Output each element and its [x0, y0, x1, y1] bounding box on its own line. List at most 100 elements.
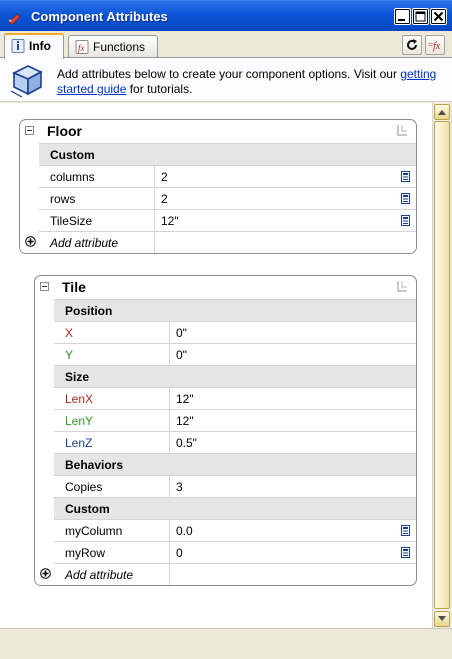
window-title: Component Attributes — [31, 9, 168, 24]
tab-functions[interactable]: fx Functions — [68, 35, 158, 58]
add-attribute-row[interactable]: Add attribute — [54, 563, 416, 585]
attribute-key: LenZ — [54, 432, 170, 453]
maximize-button[interactable] — [412, 8, 429, 25]
attribute-key: Copies — [54, 476, 170, 497]
group-header: Behaviors — [54, 453, 416, 475]
component-name: Tile — [62, 279, 86, 295]
maximize-icon — [415, 11, 426, 22]
attribute-key: Add attribute — [54, 564, 170, 585]
attribute-name: LenZ — [65, 436, 93, 450]
add-attribute-row[interactable]: Add attribute — [39, 231, 416, 253]
scroll-down-button[interactable] — [434, 611, 450, 627]
component-header[interactable]: Tile — [35, 276, 416, 297]
banner-text-after: for tutorials. — [126, 82, 193, 96]
panel-gutter — [35, 297, 54, 585]
attribute-value[interactable]: 3 — [176, 480, 183, 494]
attribute-key: myColumn — [54, 520, 170, 541]
attribute-name: myRow — [65, 546, 106, 560]
attribute-row-y[interactable]: Y 0" — [54, 343, 416, 365]
attribute-row-mycolumn[interactable]: myColumn 0.0 — [54, 519, 416, 541]
attribute-name: columns — [50, 170, 95, 184]
group-label: Size — [65, 370, 90, 384]
attribute-name: TileSize — [50, 214, 93, 228]
calculator-icon[interactable] — [401, 547, 410, 558]
calculator-icon[interactable] — [401, 215, 410, 226]
attribute-value[interactable]: 0" — [176, 326, 187, 340]
add-attribute-icon[interactable] — [40, 568, 51, 579]
add-attribute-label[interactable]: Add attribute — [50, 236, 118, 250]
group-header: Custom — [39, 143, 416, 165]
component-header[interactable]: Floor — [20, 120, 416, 141]
tab-info[interactable]: Info — [4, 33, 64, 59]
attribute-value[interactable]: 12" — [161, 214, 179, 228]
attribute-row-rows[interactable]: rows 2 — [39, 187, 416, 209]
attribute-row-tilesize[interactable]: TileSize 12" — [39, 209, 416, 231]
attribute-name: LenY — [65, 414, 94, 428]
scroll-thumb[interactable] — [434, 121, 450, 609]
function-icon: fx — [75, 40, 89, 54]
attribute-row-x[interactable]: X 0" — [54, 321, 416, 343]
attribute-key: TileSize — [39, 210, 155, 231]
attribute-key: myRow — [54, 542, 170, 563]
component-panel-floor: Floor Custom columns 2 rows 2 TileSize 1… — [19, 119, 417, 254]
attribute-name: X — [65, 326, 74, 340]
attribute-key: Add attribute — [39, 232, 155, 253]
attribute-name: Copies — [65, 480, 103, 494]
add-attribute-label[interactable]: Add attribute — [65, 568, 133, 582]
collapse-toggle-icon[interactable] — [25, 126, 34, 135]
attribute-value[interactable]: 2 — [161, 170, 168, 184]
toggle-formula-view-button[interactable]: = fx — [425, 35, 445, 55]
chevron-up-icon — [438, 110, 446, 115]
attribute-row-lenz[interactable]: LenZ 0.5" — [54, 431, 416, 453]
group-label: Custom — [65, 502, 110, 516]
vertical-scrollbar[interactable] — [432, 103, 450, 628]
svg-text:fx: fx — [433, 41, 441, 52]
group-label: Position — [65, 304, 113, 318]
attribute-key: Y — [54, 344, 170, 365]
attribute-value[interactable]: 0" — [176, 348, 187, 362]
group-label: Custom — [50, 148, 95, 162]
collapse-toggle-icon[interactable] — [40, 282, 49, 291]
info-icon — [11, 39, 25, 53]
calculator-icon[interactable] — [401, 193, 410, 204]
attribute-key: columns — [39, 166, 155, 187]
attribute-value[interactable]: 0 — [176, 546, 183, 560]
attribute-row-copies[interactable]: Copies 3 — [54, 475, 416, 497]
attribute-value[interactable]: 0.5" — [176, 436, 197, 450]
group-header: Custom — [54, 497, 416, 519]
attribute-key: X — [54, 322, 170, 343]
chevron-down-icon — [438, 616, 446, 621]
attribute-row-columns[interactable]: columns 2 — [39, 165, 416, 187]
calculator-icon[interactable] — [401, 525, 410, 536]
attribute-value[interactable]: 12" — [176, 414, 194, 428]
close-button[interactable] — [430, 8, 447, 25]
attribute-name: LenX — [65, 392, 94, 406]
attribute-name: myColumn — [65, 524, 123, 538]
banner-text: Add attributes below to create your comp… — [57, 67, 449, 97]
attribute-row-myrow[interactable]: myRow 0 — [54, 541, 416, 563]
attribute-value[interactable]: 12" — [176, 392, 194, 406]
component-name: Floor — [47, 123, 82, 139]
component-corner-icon — [397, 125, 407, 136]
attribute-name: Y — [65, 348, 74, 362]
add-attribute-icon[interactable] — [25, 236, 36, 247]
attribute-value[interactable]: 0.0 — [176, 524, 193, 538]
tab-info-label: Info — [29, 39, 51, 53]
status-bar — [0, 628, 452, 659]
attribute-row-lenx[interactable]: LenX 12" — [54, 387, 416, 409]
attributes-content: Floor Custom columns 2 rows 2 TileSize 1… — [0, 103, 432, 628]
title-bar[interactable]: Component Attributes — [0, 0, 452, 31]
component-panel-tile: Tile Position X 0" Y 0" Size LenX 12" Le… — [34, 275, 417, 586]
refresh-button[interactable] — [402, 35, 422, 55]
attribute-key: rows — [39, 188, 155, 209]
info-banner: Add attributes below to create your comp… — [0, 57, 452, 102]
attribute-name: rows — [50, 192, 76, 206]
minimize-button[interactable] — [394, 8, 411, 25]
minimize-icon — [398, 19, 405, 21]
calculator-icon[interactable] — [401, 171, 410, 182]
attribute-key: LenX — [54, 388, 170, 409]
attribute-row-leny[interactable]: LenY 12" — [54, 409, 416, 431]
component-corner-icon — [397, 281, 407, 292]
scroll-up-button[interactable] — [434, 104, 450, 120]
attribute-value[interactable]: 2 — [161, 192, 168, 206]
